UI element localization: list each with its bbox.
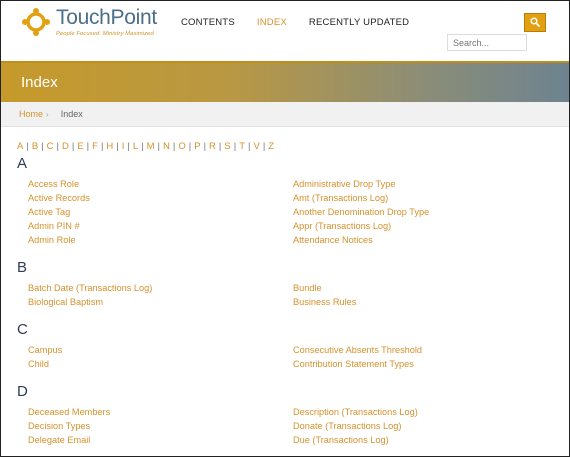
alphabet-link-z[interactable]: Z xyxy=(268,141,274,152)
alphabet-separator: | xyxy=(56,141,59,152)
alphabet-link-d[interactable]: D xyxy=(62,141,69,152)
alphabet-separator: | xyxy=(41,141,44,152)
alphabet-link-l[interactable]: L xyxy=(133,141,138,152)
alphabet-link-r[interactable]: R xyxy=(209,141,216,152)
section-a: A Access Role Active Records Active Tag … xyxy=(17,155,557,245)
alphabet-link-a[interactable]: A xyxy=(17,141,23,152)
section-heading: D xyxy=(17,383,28,400)
index-link[interactable]: Due (Transactions Log) xyxy=(293,433,553,447)
page-title: Index xyxy=(21,74,58,91)
index-link[interactable]: Child xyxy=(28,357,288,371)
alphabet-link-b[interactable]: B xyxy=(32,141,38,152)
index-link[interactable]: Contribution Statement Types xyxy=(293,357,553,371)
alphabet-separator: | xyxy=(188,141,192,152)
alphabet-link-s[interactable]: S xyxy=(224,141,230,152)
index-link[interactable]: Donate (Transactions Log) xyxy=(293,419,553,433)
breadcrumb-separator: › xyxy=(46,109,49,119)
alphabet-separator: | xyxy=(262,141,266,152)
section-heading: A xyxy=(17,155,28,172)
search-input[interactable] xyxy=(447,34,527,51)
section-d: D Deceased Members Decision Types Delega… xyxy=(17,383,557,445)
search-icon xyxy=(530,14,540,32)
index-link[interactable]: Batch Date (Transactions Log) xyxy=(28,281,288,295)
alphabet-link-t[interactable]: T xyxy=(239,141,245,152)
section-b: B Batch Date (Transactions Log) Biologic… xyxy=(17,259,557,307)
page-frame: TouchPoint People Focused. Ministry Maxi… xyxy=(0,0,570,457)
alphabet-link-i[interactable]: I xyxy=(122,141,125,152)
index-link[interactable]: Admin Role xyxy=(28,233,288,247)
breadcrumb-current: Index xyxy=(60,109,83,119)
section-left-column: Batch Date (Transactions Log) Biological… xyxy=(28,281,288,309)
index-link[interactable]: Campus xyxy=(28,343,288,357)
section-c: C Campus Child Consecutive Absents Thres… xyxy=(17,321,557,369)
index-link[interactable]: Delegate Email xyxy=(28,433,288,447)
section-left-column: Campus Child xyxy=(28,343,288,371)
alphabet-separator: | xyxy=(86,141,90,152)
alphabet-link-v[interactable]: V xyxy=(253,141,259,152)
alphabet-link-h[interactable]: H xyxy=(106,141,113,152)
alphabet-link-n[interactable]: N xyxy=(163,141,170,152)
site-header: TouchPoint People Focused. Ministry Maxi… xyxy=(1,1,569,61)
index-link[interactable]: Administrative Drop Type xyxy=(293,177,553,191)
index-link[interactable]: Deceased Members xyxy=(28,405,288,419)
alphabet-separator: | xyxy=(218,141,222,152)
breadcrumb: Home › Index xyxy=(1,102,569,127)
alphabet-link-f[interactable]: F xyxy=(92,141,98,152)
alphabet-separator: | xyxy=(100,141,104,152)
nav-index[interactable]: INDEX xyxy=(257,17,287,28)
section-left-column: Access Role Active Records Active Tag Ad… xyxy=(28,177,288,247)
section-heading: C xyxy=(17,321,28,338)
alphabet-link-c[interactable]: C xyxy=(47,141,54,152)
alphabet-link-p[interactable]: P xyxy=(194,141,200,152)
index-link[interactable]: Bundle xyxy=(293,281,553,295)
index-link[interactable]: Attendance Notices xyxy=(293,233,553,247)
section-right-column: Description (Transactions Log) Donate (T… xyxy=(293,405,553,447)
index-link[interactable]: Amt (Transactions Log) xyxy=(293,191,553,205)
search-button[interactable] xyxy=(524,13,546,32)
touchpoint-logo-icon xyxy=(21,7,51,37)
breadcrumb-home[interactable]: Home xyxy=(19,109,43,119)
brand-tagline: People Focused. Ministry Maximized xyxy=(56,31,154,37)
index-link[interactable]: Another Denomination Drop Type xyxy=(293,205,553,219)
brand-name: TouchPoint xyxy=(56,6,157,29)
index-link[interactable]: Consecutive Absents Threshold xyxy=(293,343,553,357)
logo[interactable]: TouchPoint People Focused. Ministry Maxi… xyxy=(21,7,157,37)
index-content: A | B | C | D | E | F | H | I | L | M | N | O | P | R | S | T | V | Z A Ac… xyxy=(17,141,557,445)
alphabet-separator: | xyxy=(203,141,207,152)
alphabet-link-m[interactable]: M xyxy=(147,141,155,152)
alphabet-nav: A | B | C | D | E | F | H | I | L | M | N | O | P | R | S | T | V | Z xyxy=(17,141,557,152)
alphabet-link-o[interactable]: O xyxy=(178,141,185,152)
alphabet-separator: | xyxy=(127,141,130,152)
index-link[interactable]: Access Role xyxy=(28,177,288,191)
nav-contents[interactable]: CONTENTS xyxy=(181,17,235,28)
section-right-column: Administrative Drop Type Amt (Transactio… xyxy=(293,177,553,247)
index-link[interactable]: Active Records xyxy=(28,191,288,205)
alphabet-separator: | xyxy=(116,141,119,152)
page-banner: Index xyxy=(1,61,569,102)
index-link[interactable]: Admin PIN # xyxy=(28,219,288,233)
alphabet-separator: | xyxy=(157,141,161,152)
section-left-column: Deceased Members Decision Types Delegate… xyxy=(28,405,288,447)
index-link[interactable]: Business Rules xyxy=(293,295,553,309)
nav-recently-updated[interactable]: RECENTLY UPDATED xyxy=(309,17,409,28)
index-link[interactable]: Decision Types xyxy=(28,419,288,433)
alphabet-separator: | xyxy=(141,141,144,152)
alphabet-separator: | xyxy=(248,141,251,152)
main-nav: CONTENTS INDEX RECENTLY UPDATED xyxy=(181,17,431,28)
section-heading: B xyxy=(17,259,28,276)
alphabet-separator: | xyxy=(172,141,176,152)
index-link[interactable]: Active Tag xyxy=(28,205,288,219)
index-link[interactable]: Appr (Transactions Log) xyxy=(293,219,553,233)
alphabet-separator: | xyxy=(233,141,237,152)
section-right-column: Bundle Business Rules xyxy=(293,281,553,309)
alphabet-link-e[interactable]: E xyxy=(77,141,83,152)
index-link[interactable]: Biological Baptism xyxy=(28,295,288,309)
alphabet-separator: | xyxy=(26,141,29,152)
alphabet-separator: | xyxy=(71,141,75,152)
index-link[interactable]: Description (Transactions Log) xyxy=(293,405,553,419)
section-right-column: Consecutive Absents Threshold Contributi… xyxy=(293,343,553,371)
